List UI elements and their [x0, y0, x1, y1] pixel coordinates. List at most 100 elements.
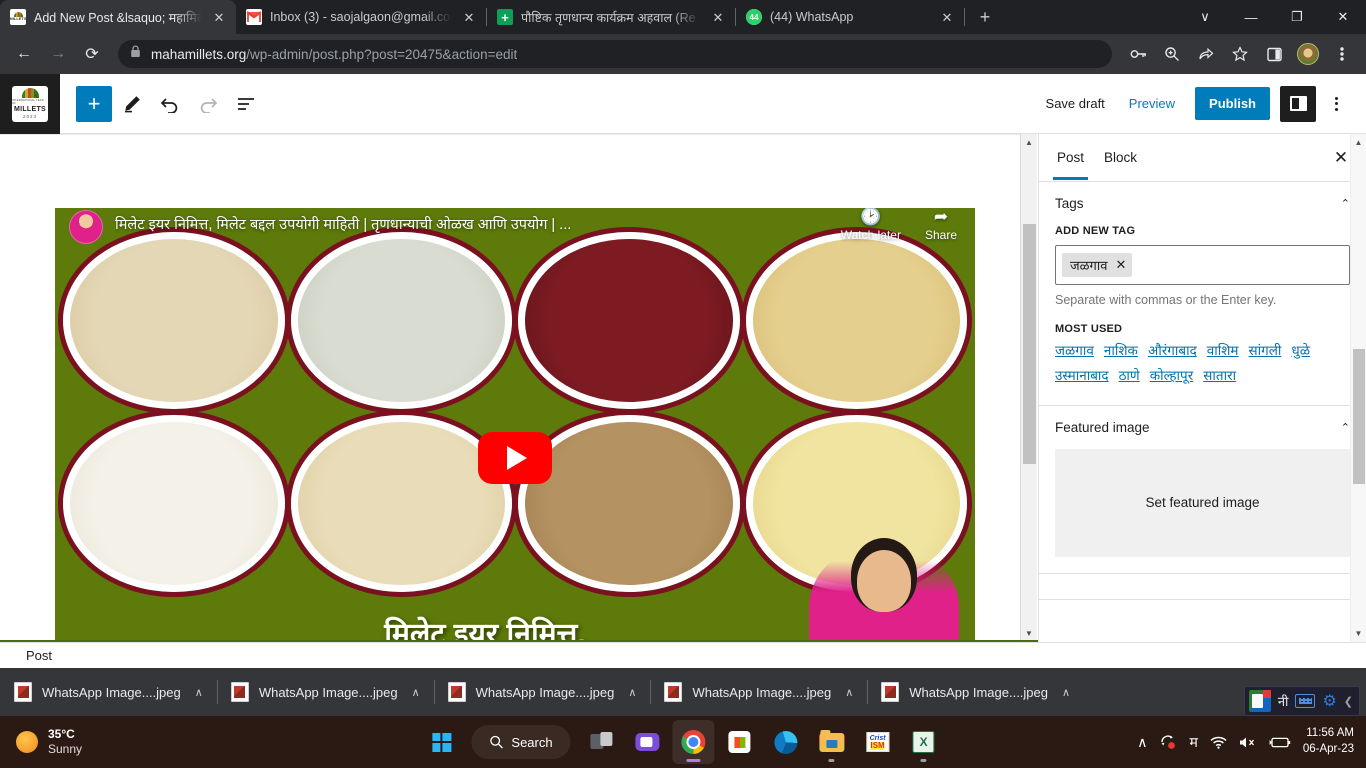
editor-scrollbar[interactable]: ▲ ▼: [1020, 134, 1037, 642]
sidebar-scrollbar-thumb[interactable]: [1353, 349, 1365, 484]
add-block-button[interactable]: +: [76, 85, 112, 122]
most-used-tag[interactable]: ठाणे: [1119, 364, 1140, 389]
zoom-icon[interactable]: [1156, 38, 1188, 70]
sidebar-scroll-up-icon[interactable]: ▲: [1351, 134, 1366, 151]
tab-close-icon[interactable]: ✕: [460, 8, 478, 26]
chevron-up-icon[interactable]: ∧: [845, 686, 853, 699]
chevron-up-icon[interactable]: ∧: [195, 686, 203, 699]
keyboard-icon[interactable]: [1295, 694, 1316, 708]
gear-icon[interactable]: ⚙: [1322, 691, 1336, 711]
profile-avatar[interactable]: [1292, 38, 1324, 70]
browser-tab-2[interactable]: + पौष्टिक तृणधान्य कार्यक्रम अहवाल (Re ✕: [487, 0, 735, 34]
undo-icon[interactable]: [152, 86, 188, 122]
windows-start-icon[interactable]: [421, 722, 461, 762]
minimize-button[interactable]: —: [1228, 0, 1274, 34]
input-method-toolbar[interactable]: नी ⚙ ❮: [1243, 686, 1360, 716]
sidebar-scroll-down-icon[interactable]: ▼: [1351, 625, 1366, 642]
browser-tab-0[interactable]: MILLETS Add New Post &lsaquo; महामिलेट ✕: [0, 0, 236, 34]
channel-avatar[interactable]: [69, 210, 103, 244]
save-draft-button[interactable]: Save draft: [1036, 88, 1115, 119]
tray-overflow-icon[interactable]: ∧: [1137, 734, 1147, 751]
reload-icon[interactable]: ⟳: [76, 38, 108, 70]
collapse-ime-icon[interactable]: ❮: [1344, 695, 1353, 708]
weather-widget[interactable]: 35°C Sunny: [0, 727, 82, 757]
download-item[interactable]: WhatsApp Image....jpeg ∧: [650, 668, 867, 716]
ime-language-label[interactable]: नी: [1278, 692, 1289, 710]
download-item[interactable]: WhatsApp Image....jpeg ∧: [433, 668, 651, 716]
tags-input[interactable]: जळगाव ✕: [1055, 245, 1350, 285]
sidebar-scrollbar[interactable]: ▲ ▼: [1350, 134, 1366, 642]
scroll-up-arrow-icon[interactable]: ▲: [1021, 134, 1037, 151]
chrome-menu-icon[interactable]: [1326, 38, 1358, 70]
close-window-button[interactable]: ✕: [1320, 0, 1366, 34]
breadcrumb[interactable]: Post: [26, 648, 52, 663]
scrollbar-thumb[interactable]: [1023, 224, 1036, 464]
share-icon[interactable]: [1190, 38, 1222, 70]
key-icon[interactable]: [1122, 38, 1154, 70]
remove-tag-icon[interactable]: ✕: [1115, 257, 1126, 273]
google-meet-icon[interactable]: [627, 720, 669, 764]
redo-icon[interactable]: [190, 86, 226, 122]
most-used-tag[interactable]: उस्मानाबाद: [1055, 364, 1109, 389]
battery-charging-icon[interactable]: [1269, 736, 1291, 749]
tab-block[interactable]: Block: [1094, 136, 1147, 179]
tab-close-icon[interactable]: ✕: [210, 8, 228, 26]
most-used-tag[interactable]: औरंगाबाद: [1148, 339, 1197, 364]
download-item[interactable]: WhatsApp Image....jpeg ∧: [216, 668, 434, 716]
chevron-up-icon[interactable]: ⌃: [1341, 197, 1350, 210]
options-menu-icon[interactable]: [1320, 86, 1352, 122]
forward-icon[interactable]: →: [42, 38, 74, 70]
chevron-up-icon[interactable]: ⌃: [1341, 421, 1350, 434]
volume-muted-icon[interactable]: [1239, 736, 1257, 749]
most-used-tag[interactable]: जळगाव: [1055, 339, 1094, 364]
most-used-tag[interactable]: धुळे: [1291, 339, 1310, 364]
sidepanel-icon[interactable]: [1258, 38, 1290, 70]
chevron-up-icon[interactable]: ∧: [412, 686, 420, 699]
most-used-tag[interactable]: कोल्हापूर: [1150, 364, 1194, 389]
microsoft-store-icon[interactable]: [719, 720, 761, 764]
wifi-icon[interactable]: [1210, 736, 1227, 749]
most-used-tag[interactable]: सातारा: [1203, 364, 1236, 389]
tag-token[interactable]: जळगाव ✕: [1062, 253, 1133, 277]
pencil-icon[interactable]: [114, 86, 150, 122]
document-overview-icon[interactable]: [228, 86, 264, 122]
watch-later-button[interactable]: 🕑 Watch later: [841, 208, 901, 242]
editor-canvas[interactable]: मिलेट इयर निमित्त, मिलेट बद्दल उपयुक्त म…: [0, 134, 1038, 642]
download-item[interactable]: WhatsApp Image....jpeg ∧: [0, 668, 217, 716]
chevron-up-icon[interactable]: ∧: [1062, 686, 1070, 699]
youtube-embed-block[interactable]: मिलेट इयर निमित्त, मिलेट बद्दल उपयुक्त म…: [55, 208, 975, 642]
taskbar-clock[interactable]: 11:56 AM 06-Apr-23: [1303, 726, 1354, 757]
tray-language-indicator[interactable]: म: [1189, 733, 1197, 752]
excel-icon[interactable]: X: [903, 720, 945, 764]
bookmark-star-icon[interactable]: [1224, 38, 1256, 70]
google-input-tools-icon[interactable]: [1248, 690, 1271, 712]
onedrive-sync-icon[interactable]: [1159, 734, 1177, 750]
most-used-tag[interactable]: वाशिम: [1207, 339, 1239, 364]
video-title[interactable]: मिलेट इयर निमित्त, मिलेट बद्दल उपयोगी मा…: [115, 214, 825, 234]
tab-close-icon[interactable]: ✕: [938, 8, 956, 26]
tab-post[interactable]: Post: [1047, 136, 1094, 180]
file-explorer-icon[interactable]: [811, 720, 853, 764]
address-bar[interactable]: mahamillets.org/wp-admin/post.php?post=2…: [118, 40, 1112, 68]
edge-icon[interactable]: [765, 720, 807, 764]
tab-close-icon[interactable]: ✕: [709, 8, 727, 26]
tab-search-icon[interactable]: ∨: [1182, 0, 1228, 34]
ism-icon[interactable]: Crist ISM: [857, 720, 899, 764]
settings-panel-icon[interactable]: [1280, 85, 1316, 122]
teams-icon[interactable]: [581, 720, 623, 764]
browser-tab-1[interactable]: Inbox (3) - saojalgaon@gmail.com ✕: [236, 0, 486, 34]
set-featured-image-button[interactable]: Set featured image: [1055, 448, 1350, 557]
preview-button[interactable]: Preview: [1119, 88, 1185, 119]
most-used-tag[interactable]: सांगली: [1249, 339, 1282, 364]
share-button[interactable]: ➦ Share: [925, 208, 957, 242]
site-logo-button[interactable]: INTERNATIONAL YEAR OF MILLETS 2023: [0, 73, 60, 134]
featured-image-panel-header[interactable]: Featured image ⌃: [1055, 420, 1350, 435]
most-used-tag[interactable]: नाशिक: [1104, 339, 1138, 364]
maximize-button[interactable]: ❐: [1274, 0, 1320, 34]
taskbar-search-button[interactable]: Search: [471, 725, 571, 759]
publish-button[interactable]: Publish: [1195, 87, 1270, 120]
chrome-icon[interactable]: [672, 720, 715, 764]
new-tab-button[interactable]: +: [971, 3, 999, 31]
chevron-up-icon[interactable]: ∧: [628, 686, 636, 699]
download-item[interactable]: WhatsApp Image....jpeg ∧: [867, 668, 1084, 716]
